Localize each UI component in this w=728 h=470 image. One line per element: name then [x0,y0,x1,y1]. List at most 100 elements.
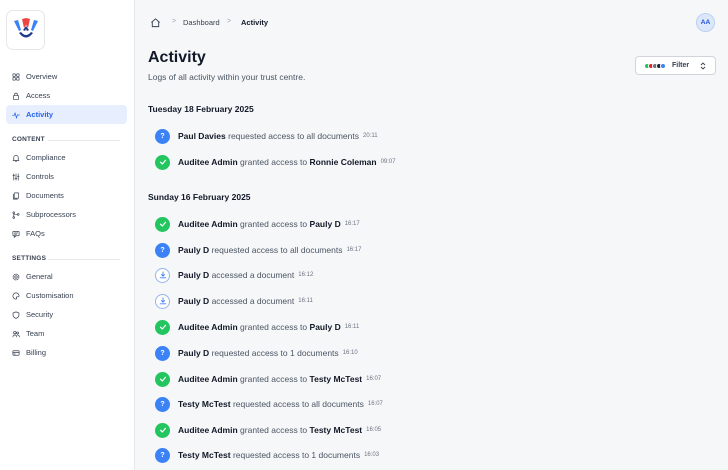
activity-item: Auditee Admin granted access to Testy Mc… [155,422,381,438]
sidebar-item-label: Activity [26,110,54,119]
card-icon [12,349,20,356]
activity-action: requested access to all documents [232,399,364,409]
sidebar-item-general[interactable]: General [6,267,127,286]
activity-item: Pauly D accessed a document 16:11 [155,293,313,309]
activity-text: Testy McTest requested access to 1 docum… [178,450,360,460]
activity-item: ? Testy McTest requested access to all do… [155,396,383,412]
activity-text: Pauly D accessed a document [178,270,294,280]
chevron-up-down-icon [700,62,706,70]
activity-time: 20:11 [363,133,378,139]
activity-time: 16:17 [344,221,360,227]
activity-action: accessed a document [211,296,295,306]
sidebar-item-activity[interactable]: Activity [6,105,127,124]
activity-action: granted access to [240,219,308,229]
home-icon[interactable] [150,17,161,28]
activity-actor: Testy McTest [178,450,231,460]
sidebar-item-compliance[interactable]: Compliance [6,148,127,167]
sidebar-item-label: Compliance [26,153,66,162]
activity-text: Paul Davies requested access to all docu… [178,131,359,141]
sidebar-item-label: Security [26,310,54,319]
sidebar-item-billing[interactable]: Billing [6,343,127,362]
sidebar-item-label: Controls [26,172,54,181]
activity-time: 16:17 [346,247,362,253]
activity-text: Auditee Admin granted access to Testy Mc… [178,425,362,435]
branch-icon [12,211,20,219]
activity-actor: Auditee Admin [178,374,238,384]
sidebar-item-documents[interactable]: Documents [6,186,127,205]
check-icon [155,422,170,438]
top-bar: > Dashboard > Activity AA [135,0,728,45]
activity-action: granted access to [240,425,308,435]
activity-time: 16:07 [366,376,382,382]
activity-item: Auditee Admin granted access to Pauly D1… [155,216,360,232]
activity-text: Auditee Admin granted access to Ronnie C… [178,157,377,167]
activity-time: 16:11 [298,298,313,304]
check-icon [155,154,170,170]
activity-actor: Auditee Admin [178,425,238,435]
activity-action: granted access to [240,374,308,384]
app-logo[interactable] [6,10,45,50]
check-icon [155,319,170,335]
date-heading: Sunday 16 February 2025 [148,192,251,202]
sidebar-item-label: Documents [26,191,64,200]
grid-icon [12,73,20,80]
breadcrumb-dashboard[interactable]: Dashboard [183,18,220,27]
sidebar-item-label: Team [26,329,45,338]
activity-time: 16:05 [366,427,382,433]
documents-icon [12,192,20,199]
question-icon: ? [155,396,170,412]
sidebar-item-access[interactable]: Access [6,86,127,105]
activity-item: Pauly D accessed a document 16:12 [155,267,313,283]
download-icon [155,267,170,283]
sidebar-item-customisation[interactable]: Customisation [6,286,127,305]
logo-icon [13,18,38,38]
activity-text: Pauly D requested access to all document… [178,245,342,255]
page-subtitle: Logs of all activity within your trust c… [148,72,306,82]
activity-target: Pauly D [309,219,341,229]
sidebar: Overview Access Activity CONTENT Compliance C… [0,0,135,470]
sidebar-item-label: Access [26,91,51,100]
activity-action: requested access to 1 documents [232,450,361,460]
activity-item: Auditee Admin granted access to Ronnie C… [155,154,396,170]
activity-actor: Paul Davies [178,131,226,141]
bell-icon [12,154,20,162]
sidebar-item-label: FAQs [26,229,45,238]
download-icon [155,293,170,309]
sidebar-item-controls[interactable]: Controls [6,167,127,186]
sidebar-item-subprocessors[interactable]: Subprocessors [6,205,127,224]
activity-target: Testy McTest [309,374,363,384]
question-icon: ? [155,447,170,463]
user-avatar[interactable]: AA [696,13,715,32]
shield-icon [12,311,20,319]
activity-action: granted access to [240,322,308,332]
activity-time: 16:10 [342,350,358,356]
sidebar-item-security[interactable]: Security [6,305,127,324]
activity-item: Auditee Admin granted access to Testy Mc… [155,371,381,387]
activity-item: ? Pauly D requested access to all documen… [155,242,361,258]
activity-actor: Pauly D [178,245,210,255]
sidebar-item-overview[interactable]: Overview [6,67,127,86]
activity-actor: Pauly D [178,348,210,358]
sidebar-item-team[interactable]: Team [6,324,127,343]
activity-text: Auditee Admin granted access to Pauly D [178,322,341,332]
sidebar-section-heading: CONTENT [12,136,45,143]
team-icon [12,330,20,337]
activity-time: 16:03 [364,452,380,458]
activity-time: 16:07 [367,401,383,407]
activity-action: requested access to 1 documents [211,348,339,358]
filter-button[interactable]: Filter [635,56,716,75]
activity-item: Auditee Admin granted access to Pauly D1… [155,319,359,335]
sidebar-item-label: Subprocessors [26,210,77,219]
question-icon: ? [155,128,170,144]
activity-action: granted access to [240,157,308,167]
activity-target: Testy McTest [309,425,363,435]
breadcrumb-activity: Activity [241,18,269,27]
activity-text: Testy McTest requested access to all doc… [178,399,364,409]
sidebar-item-faqs[interactable]: FAQs [6,224,127,243]
activity-item: ? Testy McTest requested access to 1 docu… [155,447,379,463]
activity-actor: Testy McTest [178,399,231,409]
chat-icon [12,230,20,238]
sidebar-divider [48,140,120,141]
lock-icon [12,92,20,100]
activity-actor: Auditee Admin [178,219,238,229]
